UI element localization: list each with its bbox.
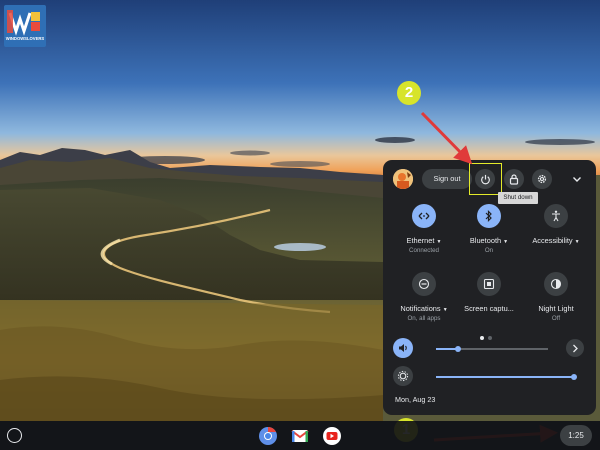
callout-badge-2: 2 [397,81,421,105]
callout-arrows [420,111,558,443]
launcher-button[interactable] [7,428,22,443]
shelf: 1:25 [0,421,600,450]
arrow-to-power [420,111,473,165]
chrome-icon[interactable] [258,426,278,446]
youtube-icon[interactable] [322,426,342,446]
gmail-icon[interactable] [290,426,310,446]
system-tray-clock[interactable]: 1:25 [560,425,592,446]
